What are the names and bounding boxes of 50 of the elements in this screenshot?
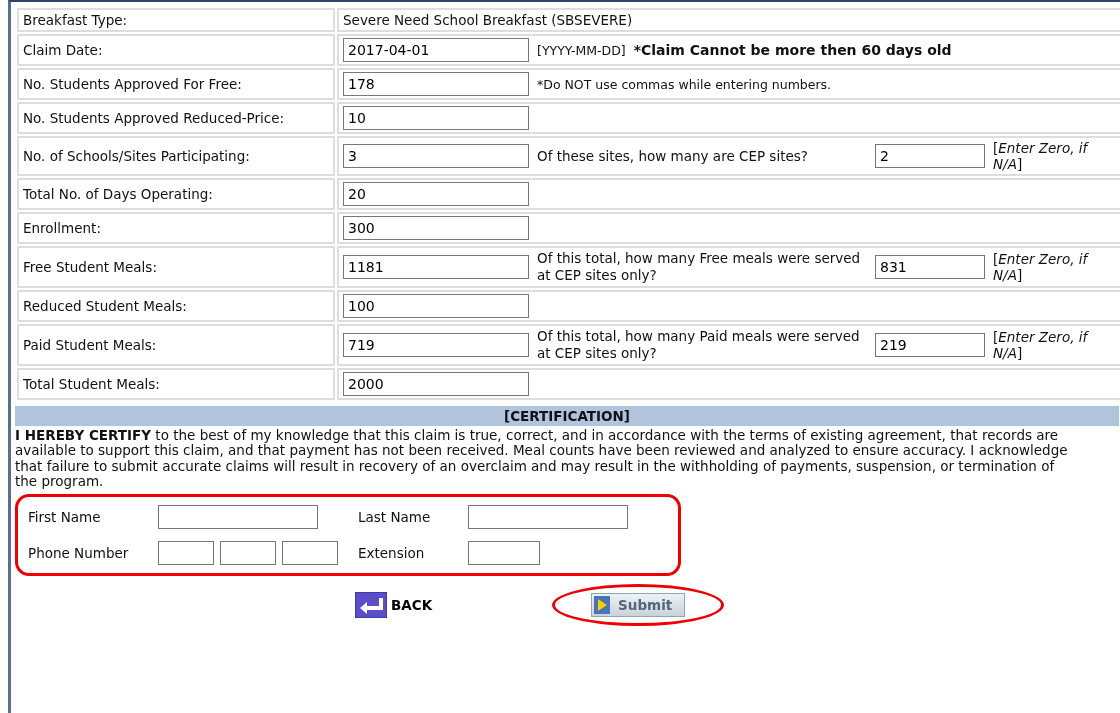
- input-field[interactable]: 2000: [343, 371, 529, 396]
- field-label: First Name: [28, 508, 102, 525]
- input-field[interactable]: 719: [343, 333, 529, 357]
- field-label: Enrollment:: [23, 220, 101, 237]
- certification-text: I HEREBY CERTIFY to the best of my knowledge that this claim is true, correct, and in accordance with the terms of existing agreement, that records are available to support this claim, and that payment has not been received. Meal counts have been reviewed and analyzed to ensure accuracy. I acknowledge that failure to submit accurate claims will result in recovery of an overclaim and may result in the withholding of payments, suspension, or termination of the program.: [15, 427, 1069, 490]
- field-label: No. Students Approved Reduced-Price:: [23, 110, 285, 126]
- field-label: Last Name: [358, 508, 432, 525]
- field-label: No. Students Approved For Free:: [23, 76, 242, 92]
- field-label: Reduced Student Meals:: [23, 298, 187, 315]
- question-text: Of this total, how many Paid meals were served at CEP sites only?: [537, 328, 861, 362]
- warning-text: *Claim Cannot be more then 60 days old: [633, 42, 952, 58]
- field-label: No. of Schools/Sites Participating:: [23, 148, 250, 165]
- input-field[interactable]: 831: [875, 255, 985, 280]
- input-field[interactable]: 300: [343, 216, 529, 241]
- input-field[interactable]: [158, 540, 214, 565]
- input-field[interactable]: 10: [343, 106, 529, 130]
- input-field[interactable]: 178: [343, 72, 529, 96]
- input-field[interactable]: 20: [343, 182, 529, 207]
- hint-text: [Enter Zero, if N/A]: [993, 140, 1090, 173]
- input-field[interactable]: 100: [343, 294, 529, 319]
- play-icon: [594, 595, 611, 614]
- input-field[interactable]: 1181: [343, 255, 529, 280]
- field-label: Phone Number: [28, 544, 130, 561]
- field-label: Free Student Meals:: [23, 259, 157, 276]
- input-field[interactable]: 219: [875, 333, 985, 357]
- input-field[interactable]: [468, 540, 540, 565]
- input-field[interactable]: [220, 540, 276, 565]
- input-field[interactable]: [158, 504, 318, 529]
- input-field[interactable]: 3: [343, 144, 529, 169]
- field-label: Breakfast Type:: [23, 12, 128, 28]
- field-label: Claim Date:: [23, 42, 103, 58]
- field-label: Paid Student Meals:: [23, 337, 157, 353]
- input-field[interactable]: 2017-04-01: [343, 38, 529, 62]
- field-value: Severe Need School Breakfast (SBSEVERE): [343, 12, 633, 28]
- input-field[interactable]: [468, 504, 628, 529]
- back-button[interactable]: BACK: [355, 591, 433, 618]
- field-label: Total Student Meals:: [23, 375, 160, 392]
- section-header: [CERTIFICATION]: [15, 405, 1119, 426]
- question-text: Of these sites, how many are CEP sites?: [537, 147, 809, 165]
- input-field[interactable]: [282, 540, 338, 565]
- input-field[interactable]: 2: [875, 144, 985, 169]
- field-label: Total No. of Days Operating:: [23, 186, 213, 203]
- back-arrow-icon: [355, 591, 387, 618]
- question-text: Of this total, how many Free meals were served at CEP sites only?: [537, 250, 862, 285]
- submit-button[interactable]: Submit: [591, 592, 686, 617]
- hint-text: [Enter Zero, if N/A]: [993, 328, 1090, 362]
- field-note: [YYYY-MM-DD]: [537, 42, 626, 58]
- field-label: Extension: [358, 544, 426, 561]
- hint-text: [Enter Zero, if N/A]: [993, 251, 1090, 284]
- field-note: *Do NOT use commas while entering numbers.: [537, 76, 832, 92]
